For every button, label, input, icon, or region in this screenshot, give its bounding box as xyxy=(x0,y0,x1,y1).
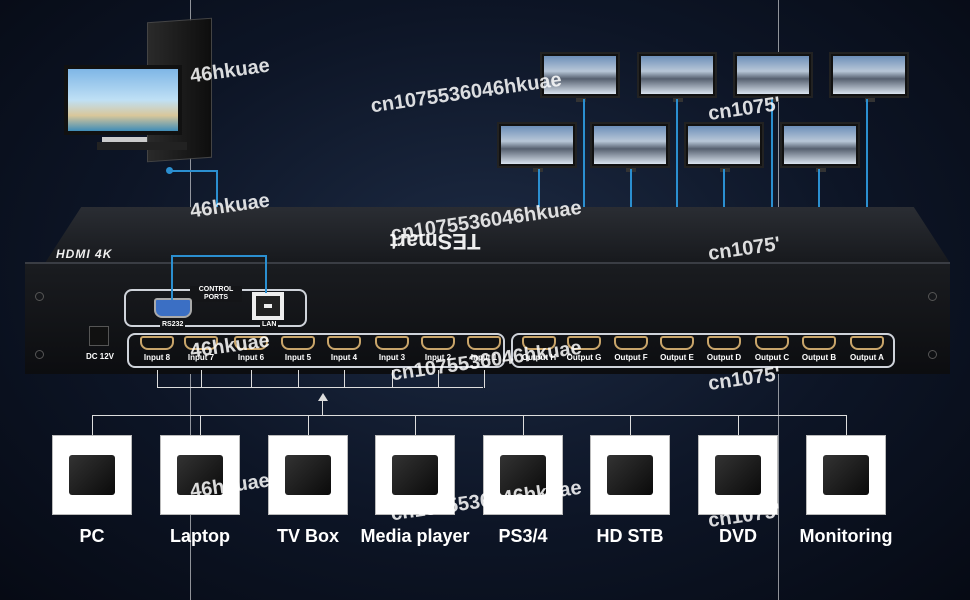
security-camera-icon xyxy=(823,455,869,495)
arrow-up-icon xyxy=(318,393,328,401)
source-card xyxy=(268,435,348,515)
dc-power-label: DC 12V xyxy=(86,352,115,361)
source-card xyxy=(483,435,563,515)
hdmi-input-port[interactable] xyxy=(281,336,315,350)
source-wire xyxy=(92,415,93,435)
tv-screen xyxy=(784,126,856,164)
input-wire xyxy=(251,370,252,388)
model-mark-hdmi: HDMI xyxy=(56,247,91,261)
tv-screen xyxy=(594,126,666,164)
source-label: Monitoring xyxy=(799,526,893,546)
hdmi-output-label: Output A xyxy=(850,353,884,362)
hdmi-output-port[interactable] xyxy=(755,336,789,350)
source-wire xyxy=(308,415,309,435)
input-wire xyxy=(157,370,158,388)
tv-display-icon xyxy=(829,52,909,102)
tv-screen xyxy=(833,56,905,94)
hdmi-output-port[interactable] xyxy=(522,336,556,350)
source-wire xyxy=(415,415,416,435)
lan-label: LAN xyxy=(260,321,279,328)
set-top-box-icon xyxy=(607,455,653,495)
tv-screen xyxy=(544,56,616,94)
input-wire xyxy=(484,370,485,388)
input-wire xyxy=(201,370,202,388)
watermark-text: cn1075536046hkuae xyxy=(369,68,563,118)
dc-power-jack[interactable] xyxy=(89,326,109,346)
tv-display-icon xyxy=(780,122,860,172)
tv-box-icon xyxy=(285,455,331,495)
source-card xyxy=(160,435,240,515)
ps4-console-icon xyxy=(500,455,546,495)
source-card xyxy=(52,435,132,515)
tv-screen xyxy=(641,56,713,94)
hdmi-output-port[interactable] xyxy=(614,336,648,350)
pc-tower-icon xyxy=(69,455,115,495)
control-pc xyxy=(62,15,242,165)
hdmi-input-port[interactable] xyxy=(421,336,455,350)
model-mark-4k: 4K xyxy=(95,247,113,261)
brand-logo: TESmart xyxy=(390,229,481,254)
pc-monitor-icon xyxy=(64,65,182,135)
tv-display-icon xyxy=(540,52,620,102)
hdmi-input-port[interactable] xyxy=(234,336,268,350)
lan-port[interactable] xyxy=(252,292,284,320)
tv-screen xyxy=(737,56,809,94)
hdmi-input-label: Input 1 xyxy=(470,353,498,362)
tv-display-icon xyxy=(684,122,764,172)
input-wire xyxy=(344,370,345,388)
source-wire xyxy=(846,415,847,435)
tv-stand xyxy=(673,98,683,102)
keyboard-icon xyxy=(97,142,187,150)
input-wire xyxy=(438,370,439,388)
hdmi-output-port[interactable] xyxy=(850,336,884,350)
tv-display-icon xyxy=(497,122,577,172)
source-card xyxy=(698,435,778,515)
tv-screen xyxy=(688,126,760,164)
hdmi-input-port[interactable] xyxy=(184,336,218,350)
hdmi-output-port[interactable] xyxy=(660,336,694,350)
input-wire xyxy=(298,370,299,388)
source-card xyxy=(375,435,455,515)
rs232-label: RS232 xyxy=(160,321,186,328)
hdmi-input-port[interactable] xyxy=(140,336,174,350)
hdmi-input-port[interactable] xyxy=(375,336,409,350)
hdmi-input-port[interactable] xyxy=(467,336,501,350)
source-wire xyxy=(523,415,524,435)
hdmi-input-port[interactable] xyxy=(327,336,361,350)
media-player-icon xyxy=(392,455,438,495)
source-card xyxy=(806,435,886,515)
tv-screen xyxy=(501,126,573,164)
tv-display-icon xyxy=(733,52,813,102)
source-wire xyxy=(738,415,739,435)
tv-display-icon xyxy=(637,52,717,102)
laptop-icon xyxy=(177,455,223,495)
input-wire xyxy=(392,370,393,388)
source-card xyxy=(590,435,670,515)
dvd-player-icon xyxy=(715,455,761,495)
model-marks: HDMI 4K xyxy=(56,247,112,261)
tv-display-icon xyxy=(590,122,670,172)
hdmi-output-port[interactable] xyxy=(567,336,601,350)
tv-stand xyxy=(720,168,730,172)
source-wire xyxy=(200,415,201,435)
hdmi-output-port[interactable] xyxy=(802,336,836,350)
source-wire xyxy=(630,415,631,435)
hdmi-output-port[interactable] xyxy=(707,336,741,350)
rs232-port[interactable] xyxy=(154,298,192,318)
control-ports-label: CONTROL PORTS xyxy=(190,286,242,302)
